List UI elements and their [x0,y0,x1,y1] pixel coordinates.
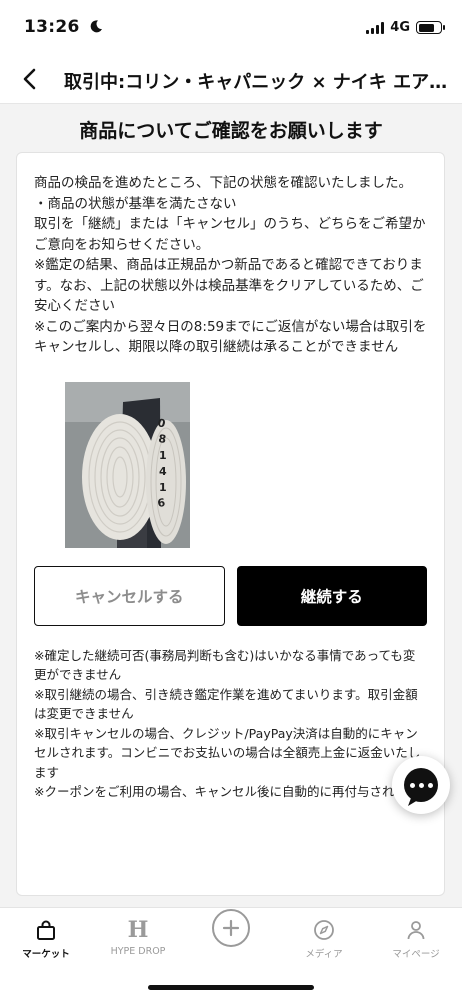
hype-drop-glyph: H [127,917,149,943]
inspection-message: 商品の検品を進めたところ、下記の状態を確認いたしました。 ・商品の状態が基準を満… [34,173,427,358]
confirmation-card: 商品の検品を進めたところ、下記の状態を確認いたしました。 ・商品の状態が基準を満… [16,152,445,896]
svg-text:4: 4 [159,465,167,478]
home-indicator [148,985,314,990]
network-type: 4G [390,20,410,35]
battery-icon [416,21,445,34]
notes-text: ※確定した継続可否(事務局判断も含む)はいかなる事情であっても変更ができません … [34,646,427,802]
message-line: ※このご案内から翌々日の8:59までにご返信がない場合は取引をキャンセルし、期限… [34,318,427,356]
moon-icon [89,19,103,39]
status-time-text: 13:26 [24,17,80,37]
message-line: 商品の検品を進めたところ、下記の状態を確認いたしました。 [34,175,412,191]
message-line: ※鑑定の結果、商品は正規品かつ新品であると確認できております。なお、上記の状態以… [34,257,424,314]
svg-text:1: 1 [159,449,167,462]
hype-drop-icon: H [128,916,149,944]
action-buttons: キャンセルする 継続する [34,565,427,626]
plus-circle-icon [212,909,250,947]
note-line: ※取引キャンセルの場合、クレジット/PayPay決済は自動的にキャンセルされます… [34,725,421,780]
tab-mypage[interactable]: マイページ [370,916,462,966]
tab-bar: マーケット H HYPE DROP メディア マイページ [0,907,462,999]
cancel-button[interactable]: キャンセルする [34,565,225,626]
note-line: ※取引継続の場合、引き続き鑑定作業を進めてまいります。取引金額は変更できません [34,686,418,722]
nav-bar: 取引中:コリン・キャパニック × ナイキ エアフォース1 [0,56,462,104]
sneaker-sole-image: 0 8 1 4 1 6 [65,381,190,548]
tab-label: メディア [305,949,343,960]
compass-icon [313,916,335,944]
product-photo[interactable]: 0 8 1 4 1 6 [65,381,190,548]
tab-sell[interactable] [185,909,277,966]
note-line: ※確定した継続可否(事務局判断も含む)はいかなる事情であっても変更ができません [34,647,416,683]
status-bar: 13:26 4G [0,0,462,56]
tab-label: マーケット [22,949,70,960]
note-line: ※クーポンをご利用の場合、キャンセル後に自動的に再付与されます [34,784,420,799]
chat-button[interactable] [392,756,450,814]
chevron-left-icon [23,68,36,90]
tab-market[interactable]: マーケット [0,916,92,966]
signal-icon [366,21,385,34]
tab-label: HYPE DROP [110,946,166,957]
tab-label: マイページ [392,949,440,960]
continue-button[interactable]: 継続する [236,565,427,626]
status-time: 13:26 [24,17,103,39]
bag-icon [35,916,57,944]
status-indicators: 4G [366,20,445,35]
section-heading: 商品についてご確認をお願いします [79,120,383,142]
message-line: ・商品の状態が基準を満たさない [34,195,237,212]
tab-media[interactable]: メディア [278,916,370,966]
message-line: 取引を「継続」または「キャンセル」のうち、どちらをご希望かご意向をお知らせくださ… [34,216,426,253]
page-title: 取引中:コリン・キャパニック × ナイキ エアフォース1 [64,72,456,93]
svg-text:1: 1 [159,481,167,494]
chat-bubble-icon [404,768,438,806]
person-icon [405,916,427,944]
back-button[interactable] [14,64,44,94]
tab-hype-drop[interactable]: H HYPE DROP [92,916,184,966]
